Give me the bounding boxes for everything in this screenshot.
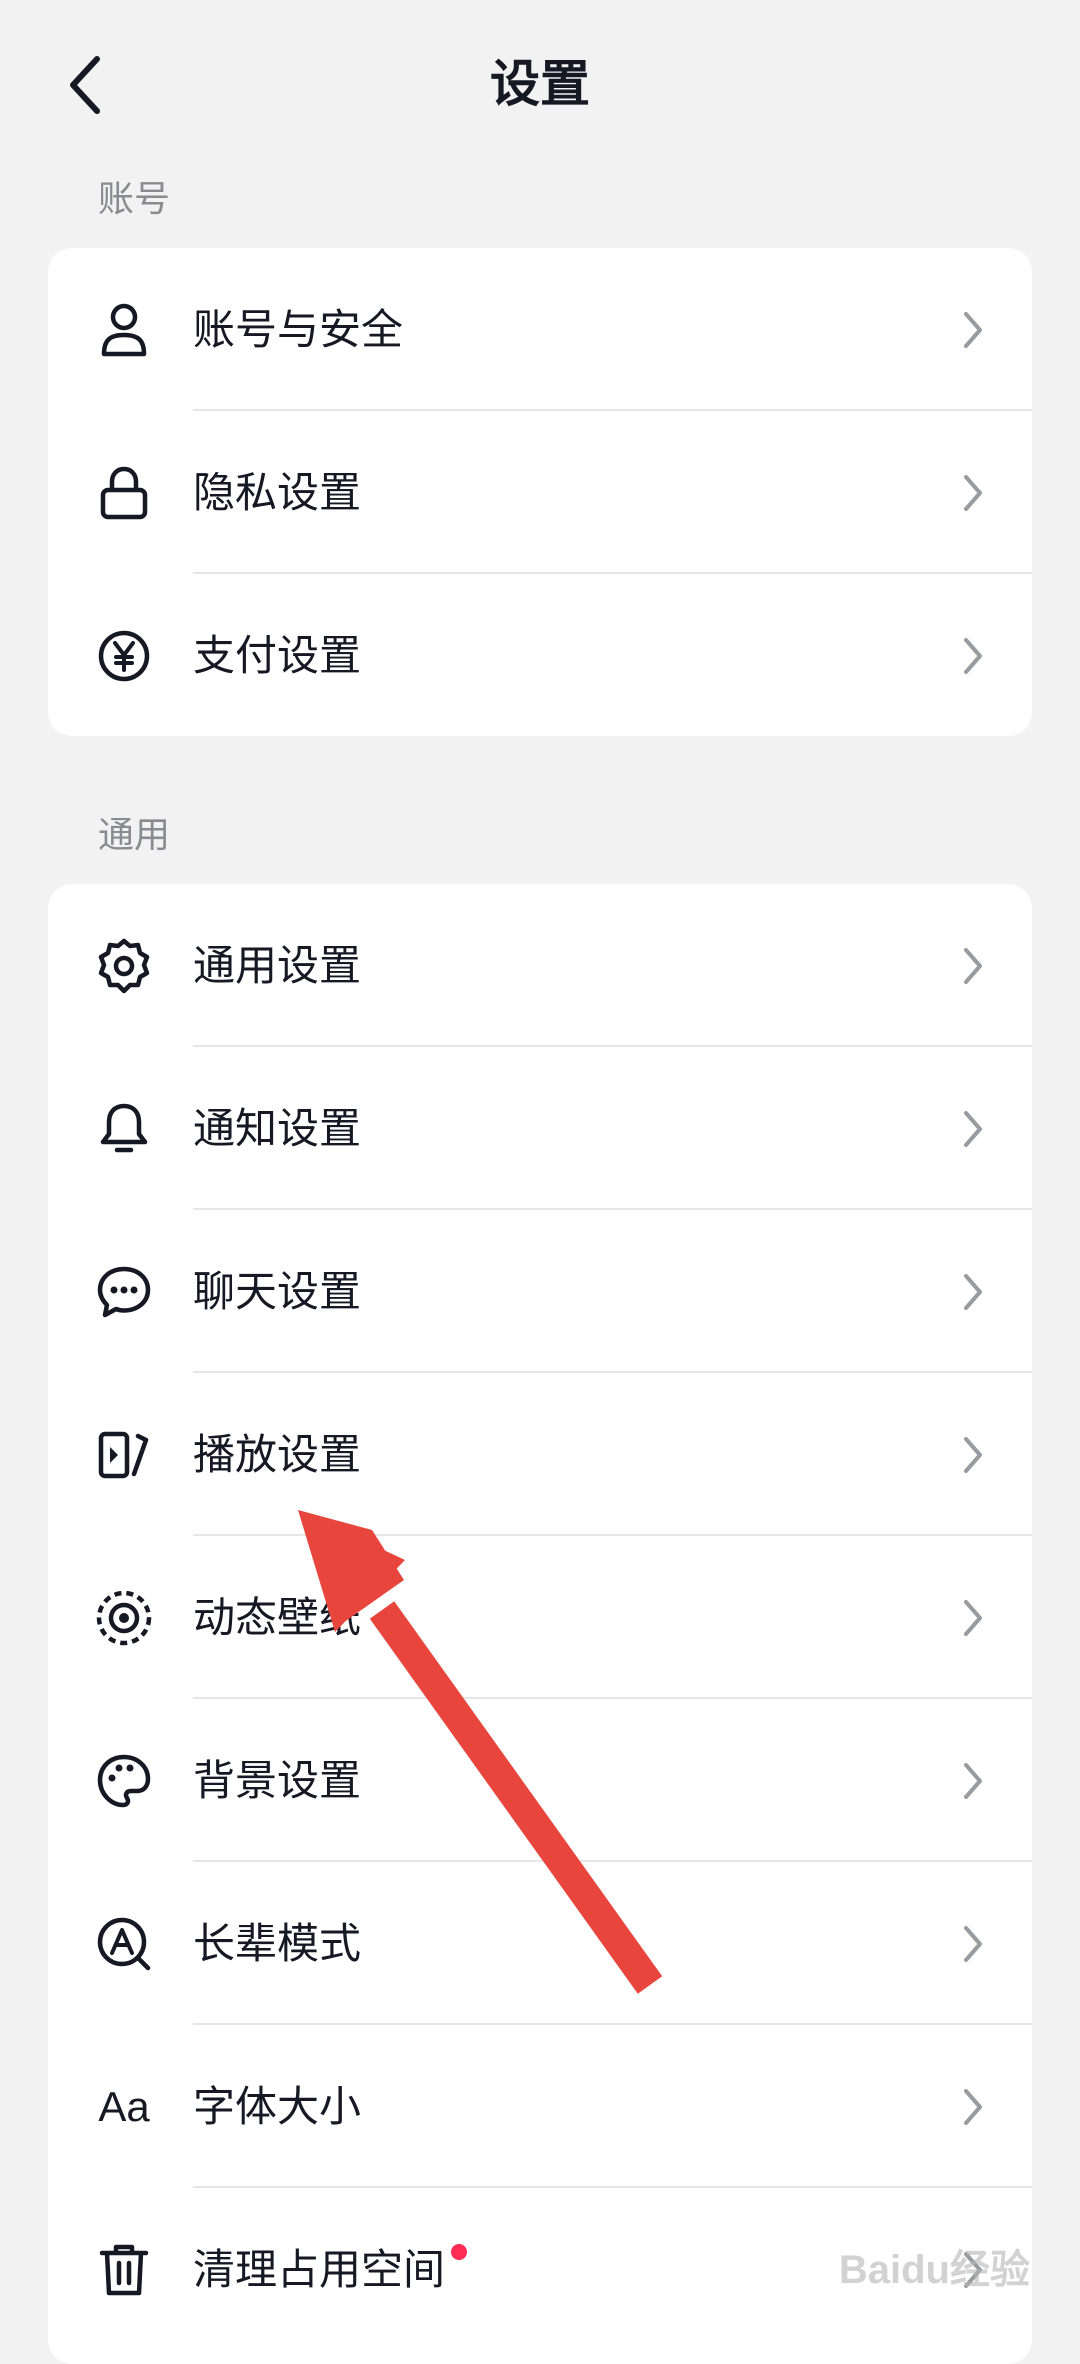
settings-item-chat[interactable]: 聊天设置 — [48, 1210, 1032, 1373]
settings-item-privacy[interactable]: 隐私设置 — [48, 411, 1032, 574]
chevron-right-icon — [964, 1762, 982, 1799]
settings-item-label: 账号与安全 — [193, 304, 404, 354]
chevron-right-icon — [964, 311, 982, 348]
section-label-general: 通用 — [98, 815, 171, 856]
section-label-account: 账号 — [98, 179, 171, 220]
lock-icon — [94, 463, 154, 523]
elder-mode-icon — [94, 1914, 154, 1974]
chat-icon — [94, 1262, 154, 1322]
settings-item-label: 字体大小 — [193, 2081, 362, 2131]
chevron-right-icon — [964, 1436, 982, 1473]
watermark-logo: Baidu经验 — [838, 2248, 1030, 2292]
trash-icon — [94, 2240, 154, 2300]
settings-item-label-wrap: 清理占用空间 — [193, 2240, 468, 2300]
chevron-right-icon — [964, 947, 982, 984]
chevron-right-icon — [964, 1110, 982, 1147]
settings-item-label: 播放设置 — [193, 1429, 362, 1479]
chevron-right-icon — [964, 2088, 982, 2125]
chevron-right-icon — [964, 474, 982, 511]
palette-icon — [94, 1751, 154, 1811]
font-size-icon: Aa — [84, 2077, 164, 2137]
header: 设置 — [0, 0, 1080, 170]
notification-badge — [451, 2243, 468, 2260]
settings-item-label: 通知设置 — [193, 1103, 362, 1153]
settings-item-playback[interactable]: 播放设置 — [48, 1373, 1032, 1536]
general-settings-card: 通用设置 通知设置 聊天设置 播放设置 动态壁纸 背景设置 长辈模式 Aa 字体… — [48, 884, 1032, 2364]
settings-item-background[interactable]: 背景设置 — [48, 1699, 1032, 1862]
chevron-right-icon — [964, 1925, 982, 1962]
live-wallpaper-icon — [94, 1588, 154, 1648]
settings-item-label: 动态壁纸 — [193, 1592, 362, 1642]
settings-item-label: 通用设置 — [193, 940, 362, 990]
settings-item-label: 支付设置 — [193, 630, 362, 680]
settings-item-elder-mode[interactable]: 长辈模式 — [48, 1862, 1032, 2025]
settings-item-label: 清理占用空间 — [193, 2244, 446, 2294]
gear-icon — [94, 936, 154, 996]
settings-item-payment[interactable]: 支付设置 — [48, 574, 1032, 736]
bell-icon — [94, 1099, 154, 1159]
settings-item-label: 隐私设置 — [193, 467, 362, 517]
font-size-icon-text: Aa — [98, 2082, 150, 2130]
account-settings-card: 账号与安全 隐私设置 支付设置 — [48, 248, 1032, 736]
chevron-right-icon — [964, 1599, 982, 1636]
chevron-right-icon — [964, 1273, 982, 1310]
settings-item-label: 背景设置 — [193, 1755, 362, 1805]
page-title: 设置 — [490, 55, 590, 113]
settings-item-account-security[interactable]: 账号与安全 — [48, 248, 1032, 411]
settings-item-notifications[interactable]: 通知设置 — [48, 1047, 1032, 1210]
settings-item-label: 聊天设置 — [193, 1266, 362, 1316]
settings-item-label: 长辈模式 — [193, 1918, 362, 1968]
settings-item-live-wallpaper[interactable]: 动态壁纸 — [48, 1536, 1032, 1699]
yuan-icon — [94, 626, 154, 686]
play-icon — [94, 1425, 154, 1485]
user-icon — [94, 300, 154, 360]
settings-item-font-size[interactable]: Aa 字体大小 — [48, 2025, 1032, 2188]
chevron-right-icon — [964, 637, 982, 674]
settings-item-general[interactable]: 通用设置 — [48, 884, 1032, 1047]
